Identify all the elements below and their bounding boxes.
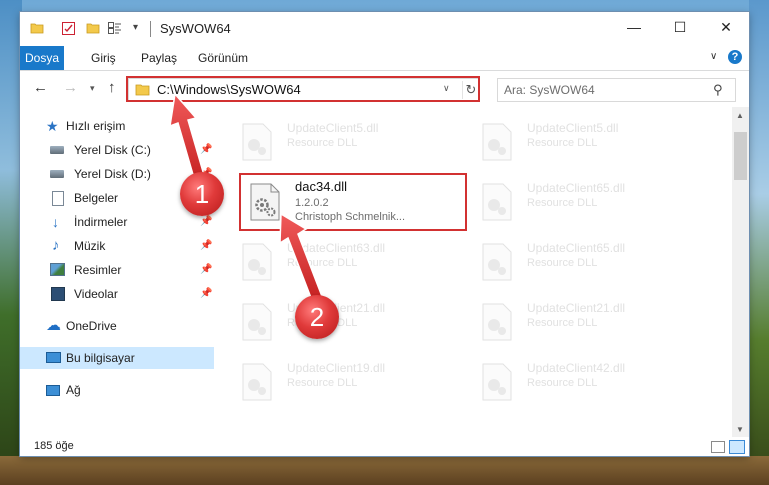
sidebar-item-onedrive[interactable]: ☁ OneDrive [20, 315, 214, 337]
file-tile[interactable]: UpdateClient65.dll Resource DLL [475, 177, 705, 225]
pictures-icon [50, 263, 65, 276]
sidebar-item-music[interactable]: ♪ Müzik 📌 [20, 235, 214, 257]
file-tile[interactable]: UpdateClient21.dll Resource DLL [235, 297, 465, 345]
expand-ribbon-icon[interactable]: ∨ [710, 51, 717, 62]
details-view-icon[interactable] [711, 441, 725, 453]
dll-file-icon [482, 363, 512, 401]
back-arrow-icon[interactable]: ← [33, 79, 48, 96]
maximize-button[interactable]: ☐ [657, 12, 703, 42]
pin-icon[interactable]: 📌 [200, 288, 212, 299]
file-list: UpdateClient5.dll Resource DLL UpdateCli… [215, 107, 733, 435]
file-tile[interactable]: UpdateClient5.dll Resource DLL [235, 117, 465, 165]
tab-view[interactable]: Görünüm [198, 46, 248, 70]
address-highlight-box [126, 76, 480, 102]
title-separator [150, 21, 151, 37]
minimize-button[interactable]: — [611, 12, 657, 42]
close-button[interactable]: ✕ [703, 12, 749, 42]
dll-file-icon [242, 303, 272, 341]
dll-file-icon [482, 183, 512, 221]
file-tile[interactable]: UpdateClient63.dll Resource DLL [235, 237, 465, 285]
window-title: SysWOW64 [160, 21, 231, 36]
tiles-view-icon[interactable] [729, 440, 745, 454]
disk-icon [50, 170, 64, 178]
pin-icon[interactable]: 📌 [200, 144, 212, 155]
properties-icon[interactable] [62, 22, 75, 35]
network-icon [46, 385, 60, 396]
computer-icon [46, 352, 61, 363]
disk-icon [50, 146, 64, 154]
dll-file-icon [242, 243, 272, 281]
dll-file-icon [242, 123, 272, 161]
file-tile[interactable]: UpdateClient21.dll Resource DLL [475, 297, 705, 345]
vertical-scrollbar[interactable]: ▲ ▼ [732, 107, 749, 437]
pin-icon[interactable]: 📌 [200, 240, 212, 251]
sidebar-item-videos[interactable]: Videolar 📌 [20, 283, 214, 305]
sidebar-item-local-disk-c[interactable]: Yerel Disk (C:) 📌 [20, 139, 214, 161]
sidebar-item-network[interactable]: Ağ [20, 379, 214, 401]
file-tile[interactable]: UpdateClient5.dll Resource DLL [475, 117, 705, 165]
help-icon[interactable]: ? [728, 50, 742, 64]
pin-icon[interactable]: 📌 [200, 216, 212, 227]
tab-share[interactable]: Paylaş [141, 46, 177, 70]
dll-file-icon [242, 363, 272, 401]
document-icon [52, 191, 64, 206]
cloud-icon: ☁ [46, 317, 61, 334]
download-icon: ↓ [52, 214, 59, 230]
sidebar-item-quick-access[interactable]: ★ Hızlı erişim [20, 115, 214, 137]
view-menu-icon[interactable] [108, 22, 122, 34]
pin-icon[interactable]: 📌 [200, 264, 212, 275]
new-folder-icon[interactable] [86, 21, 100, 35]
sidebar-item-this-pc[interactable]: Bu bilgisayar [20, 347, 214, 369]
file-tile[interactable]: UpdateClient65.dll Resource DLL [475, 237, 705, 285]
search-input[interactable]: Ara: SysWOW64 [504, 83, 595, 97]
file-tile[interactable]: UpdateClient19.dll Resource DLL [235, 357, 465, 405]
music-icon: ♪ [52, 237, 60, 254]
scroll-thumb[interactable] [734, 132, 747, 180]
up-arrow-icon[interactable]: ↑ [108, 79, 116, 96]
star-icon: ★ [46, 118, 59, 134]
item-count: 185 öğe [34, 440, 74, 452]
scroll-down-icon[interactable]: ▼ [736, 425, 744, 434]
explorer-window: ▾ SysWOW64 — ☐ ✕ Dosya Giriş Paylaş Görü… [20, 12, 749, 456]
status-bar: 185 öğe [20, 437, 749, 456]
scroll-up-icon[interactable]: ▲ [736, 111, 744, 120]
sidebar-item-downloads[interactable]: ↓ İndirmeler 📌 [20, 211, 214, 233]
quick-access-dropdown-icon[interactable]: ▾ [133, 22, 138, 33]
navigation-pane: ★ Hızlı erişim Yerel Disk (C:) 📌 Yerel D… [20, 107, 214, 435]
search-box[interactable]: Ara: SysWOW64 ⚲ [497, 78, 736, 102]
ribbon-tabs: Dosya Giriş Paylaş Görünüm ∨ ? [20, 46, 749, 71]
tab-home[interactable]: Giriş [91, 46, 116, 70]
navigation-bar: ← → ▾ ↑ C:\Windows\SysWOW64 ∨ ↻ Ara: Sys… [20, 71, 749, 105]
title-bar: ▾ SysWOW64 — ☐ ✕ [20, 12, 749, 46]
tab-file[interactable]: Dosya [20, 46, 64, 70]
folder-icon[interactable] [30, 21, 44, 35]
step-1-callout: 1 [180, 172, 224, 216]
video-icon [51, 287, 65, 301]
sidebar-item-pictures[interactable]: Resimler 📌 [20, 259, 214, 281]
file-tile[interactable]: UpdateClient42.dll Resource DLL [475, 357, 705, 405]
desktop-wallpaper-right [749, 0, 769, 485]
forward-arrow-icon[interactable]: → [63, 79, 78, 96]
search-icon[interactable]: ⚲ [713, 82, 723, 98]
step-2-callout: 2 [295, 295, 339, 339]
recent-locations-icon[interactable]: ▾ [90, 83, 95, 94]
dll-file-icon [482, 123, 512, 161]
dll-file-icon [482, 243, 512, 281]
desktop-wallpaper-left [0, 0, 22, 485]
dll-file-icon [482, 303, 512, 341]
file-highlight-box [239, 173, 467, 231]
desktop-wallpaper-bottom [0, 456, 769, 485]
